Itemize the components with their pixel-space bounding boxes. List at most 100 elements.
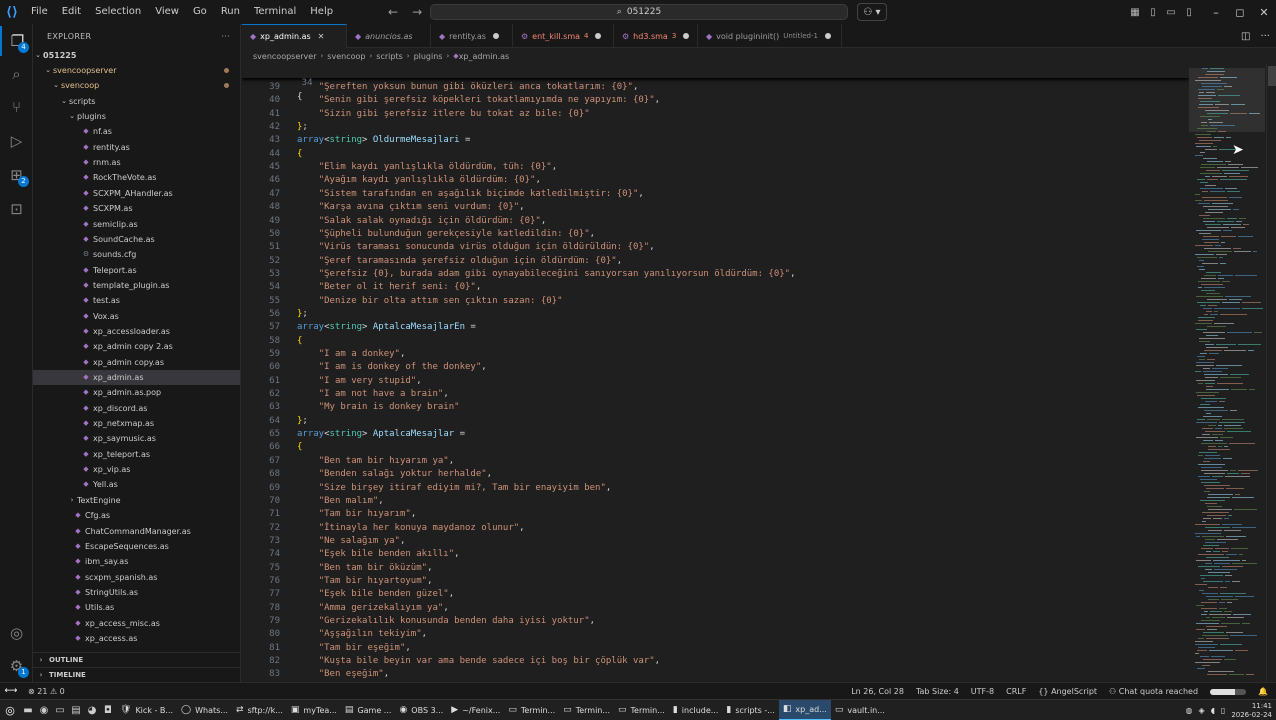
code-line[interactable]: 67 "Ben tam bir hıyarım ya", xyxy=(242,455,1189,468)
code-line[interactable]: 58 { xyxy=(242,335,1189,348)
tab-size[interactable]: Tab Size: 4 xyxy=(916,687,959,696)
menu-file[interactable]: File xyxy=(24,0,55,24)
cursor-position[interactable]: Ln 26, Col 28 xyxy=(851,687,904,696)
vertical-scrollbar[interactable] xyxy=(1266,64,1276,682)
copilot-status[interactable]: ⚇ Chat quota reached xyxy=(1109,687,1198,696)
tree-file[interactable]: ◆ xp_admin copy.as xyxy=(33,355,240,370)
menu-view[interactable]: View xyxy=(148,0,186,24)
menu-terminal[interactable]: Terminal xyxy=(247,0,303,24)
encoding[interactable]: UTF-8 xyxy=(971,687,994,696)
code-line[interactable]: 79 "Gerizekalılık konusunda benden daha … xyxy=(242,615,1189,628)
code-line[interactable]: 83 "Ben eşeğim", xyxy=(242,668,1189,681)
chat-icon[interactable]: ◘ xyxy=(100,705,116,716)
code-line[interactable]: 49 "Salak salak oynadığı için öldürdüm: … xyxy=(242,215,1189,228)
tree-file[interactable]: ◆ ibm_say.as xyxy=(33,554,240,569)
code-line[interactable]: 55 "Denize bir olta attım sen çıktın saz… xyxy=(242,295,1189,308)
remote-indicator-icon[interactable]: ⟷ xyxy=(0,683,22,700)
taskbar-app[interactable]: ▣ myTea... xyxy=(287,700,341,720)
timeline-section[interactable]: › TIMELINE xyxy=(33,667,240,682)
close-icon[interactable]: ✕ xyxy=(1252,6,1276,19)
toggle-sidebar-icon[interactable]: ▯ xyxy=(1144,7,1162,18)
taskbar-app[interactable]: ▭ Termin... xyxy=(559,700,614,720)
code-line[interactable]: 48 "Karşa avına çıktım seni vurdum: {0}"… xyxy=(242,201,1189,214)
tree-folder[interactable]: ⌄ plugins xyxy=(33,109,240,124)
code-line[interactable]: 40 "Senin gibi şerefsiz köpekleri tokatl… xyxy=(242,94,1189,107)
breadcrumb-item[interactable]: svencoop xyxy=(327,52,365,61)
code-line[interactable]: 81 "Tam bir eşeğim", xyxy=(242,642,1189,655)
tree-file[interactable]: ◆ RockTheVote.as xyxy=(33,170,240,185)
account-icon[interactable]: ◎ xyxy=(0,618,33,648)
source-control-icon[interactable]: ⑂ xyxy=(0,92,33,122)
tree-file[interactable]: ◆ Utils.as xyxy=(33,600,240,615)
taskbar-app[interactable]: ▮ scripts -... xyxy=(722,700,778,720)
code-line[interactable]: 74 "Eşek bile benden akıllı", xyxy=(242,548,1189,561)
code-line[interactable]: 59 "I am a donkey", xyxy=(242,348,1189,361)
code-line[interactable]: 63 "My brain is donkey brain" xyxy=(242,401,1189,414)
tree-file[interactable]: ◆ template_plugin.as xyxy=(33,278,240,293)
code-line[interactable]: 56}; xyxy=(242,308,1189,321)
tree-file[interactable]: ◆ xp_accessloader.as xyxy=(33,324,240,339)
code-line[interactable]: 52 "Şeref taramasında şerefsiz olduğun i… xyxy=(242,255,1189,268)
code-line[interactable]: 54 "Beter ol it herif seni: {0}", xyxy=(242,281,1189,294)
discord-icon[interactable]: ◕ xyxy=(84,705,100,716)
copilot-button[interactable]: ⚇ ▾ xyxy=(857,3,887,21)
code-line[interactable]: 68 "Benden salağı yoktur herhalde", xyxy=(242,468,1189,481)
tab-void-plugininit-[interactable]: ◆ void plugininit() Untitled-1 xyxy=(698,24,842,48)
taskbar-app[interactable]: ▭ Termin... xyxy=(504,700,559,720)
scrollbar-thumb[interactable] xyxy=(1268,66,1276,86)
tree-file[interactable]: ◆ xp_vip.as xyxy=(33,462,240,477)
steam-icon[interactable]: ◍ xyxy=(1186,706,1193,715)
forward-arrow-icon[interactable]: → xyxy=(412,0,422,24)
tab-anuncios-as[interactable]: ◆ anuncios.as xyxy=(347,24,431,48)
tree-file[interactable]: ◆ test.as xyxy=(33,293,240,308)
extensions-icon[interactable]: ⊞ 2 xyxy=(0,160,33,190)
code-line[interactable]: 39 "Şereften yoksun bunun gibi öküzleri … xyxy=(242,81,1189,94)
code-line[interactable]: 51 "Virüs taraması sonucunda virüs olduğ… xyxy=(242,241,1189,254)
command-center-search[interactable]: ⌕ 051225 xyxy=(430,4,848,20)
tree-file[interactable]: ◆ xp_admin copy 2.as xyxy=(33,339,240,354)
run-debug-icon[interactable]: ▷ xyxy=(0,126,33,156)
menu-go[interactable]: Go xyxy=(186,0,214,24)
settings-gear-icon[interactable]: ⚙ 1 xyxy=(0,651,33,681)
taskview-icon[interactable]: ▬ xyxy=(20,705,36,716)
unsaved-dot-icon[interactable] xyxy=(492,33,499,39)
tree-file[interactable]: ◆ xp_netxmap.as xyxy=(33,416,240,431)
code-line[interactable]: 69 "Size birşey itiraf ediyim mi?, Tam b… xyxy=(242,482,1189,495)
toggle-panel-icon[interactable]: ▭ xyxy=(1162,7,1180,18)
code-line[interactable]: 60 "I am is donkey of the donkey", xyxy=(242,361,1189,374)
more-actions-icon[interactable]: ··· xyxy=(1260,31,1270,42)
network-icon[interactable]: ◈ xyxy=(1199,706,1205,715)
breadcrumb-item[interactable]: plugins xyxy=(414,52,443,61)
tree-file[interactable]: ◆ EscapeSequences.as xyxy=(33,539,240,554)
code-line[interactable]: 82 "Kuşta bile beyin var ama bende sadec… xyxy=(242,655,1189,668)
tree-folder[interactable]: ⌄ scripts xyxy=(33,94,240,109)
tree-file[interactable]: ◆ StringUtils.as xyxy=(33,585,240,600)
tree-folder[interactable]: ⌄ svencoop xyxy=(33,78,240,93)
minimize-icon[interactable]: – xyxy=(1204,6,1228,19)
tree-file[interactable]: ◆ Yell.as xyxy=(33,477,240,492)
code-line[interactable]: 72 "İtinayla her konuya maydanoz olunur"… xyxy=(242,522,1189,535)
code-line[interactable]: 46 "Ayağım kaydı yanlışlıkla öldürdüm: {… xyxy=(242,174,1189,187)
tree-file[interactable]: ◆ rentity.as xyxy=(33,140,240,155)
unsaved-dot-icon[interactable] xyxy=(595,33,602,39)
tree-file[interactable]: ◆ SCXPM_AHandler.as xyxy=(33,186,240,201)
breadcrumb-item[interactable]: scripts xyxy=(376,52,402,61)
volume-icon[interactable]: ◖ xyxy=(1211,706,1215,715)
code-line[interactable]: 57 array<string> AptalcaMesajlarEn = xyxy=(242,321,1189,334)
taskbar-app[interactable]: ◯ Whats... xyxy=(177,700,232,720)
tree-folder[interactable]: › TextEngine xyxy=(33,493,240,508)
code-line[interactable]: 66 { xyxy=(242,441,1189,454)
taskbar-app[interactable]: ▶ ~/Fenix... xyxy=(447,700,504,720)
tree-file[interactable]: ◆ SoundCache.as xyxy=(33,232,240,247)
battery-icon[interactable]: ▯ xyxy=(1221,706,1225,715)
taskbar-app[interactable]: ▤ Game ... xyxy=(341,700,396,720)
tree-file[interactable]: ◆ xp_discord.as xyxy=(33,401,240,416)
outline-section[interactable]: › OUTLINE xyxy=(33,652,240,667)
tree-file[interactable]: ◆ xp_teleport.as xyxy=(33,447,240,462)
tree-file[interactable]: ⚙ sounds.cfg xyxy=(33,247,240,262)
tree-file[interactable]: ◆ xp_access.as xyxy=(33,631,240,646)
tab-hd3-sma[interactable]: ⚙ hd3.sma 3 xyxy=(614,24,698,48)
notifications-bell-icon[interactable]: 🔔 xyxy=(1258,687,1268,696)
code-line[interactable]: 53 "Şerefsiz {0}, burada adam gibi oynay… xyxy=(242,268,1189,281)
explorer-icon[interactable]: ❐ 4 xyxy=(0,26,33,56)
